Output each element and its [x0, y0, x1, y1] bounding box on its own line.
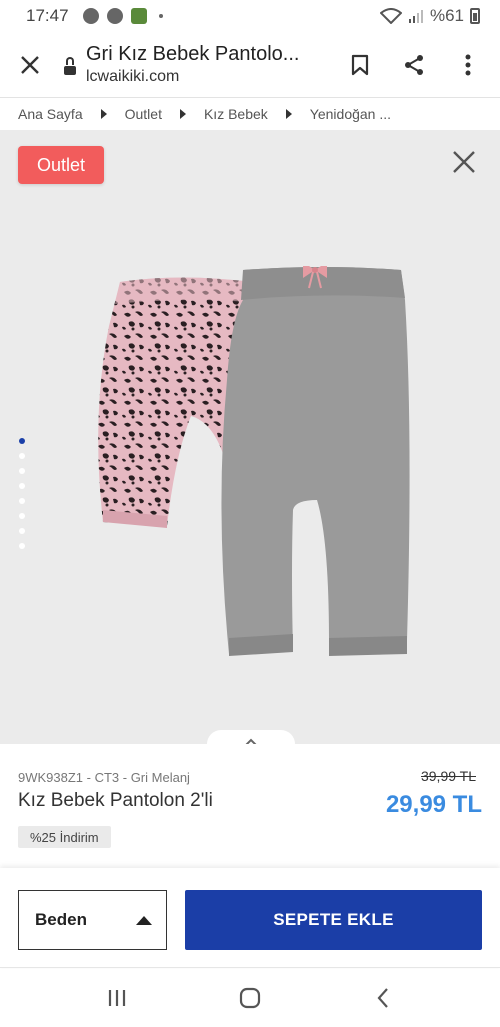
notification-icons — [82, 8, 163, 24]
gallery-dot[interactable] — [19, 483, 25, 489]
close-tab-button[interactable] — [10, 45, 50, 85]
breadcrumb-girl-baby[interactable]: Kız Bebek — [204, 106, 268, 122]
more-notifications-icon — [158, 14, 163, 18]
chevron-up-icon — [245, 738, 257, 744]
gallery-dot[interactable] — [19, 513, 25, 519]
gallery-dot[interactable] — [19, 453, 25, 459]
breadcrumb-separator-icon — [100, 109, 107, 119]
size-select-label: Beden — [35, 910, 87, 929]
outlet-badge: Outlet — [18, 146, 104, 184]
system-nav-bar — [0, 969, 500, 1027]
gallery-pagination — [19, 438, 25, 549]
product-sku: 9WK938Z1 - CT3 - Gri Melanj — [18, 770, 190, 785]
product-name: Kız Bebek Pantolon 2'li — [18, 790, 213, 811]
recent-apps-icon — [108, 990, 125, 1006]
gallery-dot[interactable] — [19, 543, 25, 549]
share-icon — [405, 54, 423, 75]
home-icon — [239, 987, 261, 1009]
product-info: 9WK938Z1 - CT3 - Gri Melanj Kız Bebek Pa… — [0, 744, 500, 868]
add-to-cart-button[interactable]: SEPETE EKLE — [185, 890, 482, 950]
home-button[interactable] — [230, 978, 270, 1018]
back-icon — [377, 988, 389, 1008]
battery-icon — [470, 8, 480, 24]
status-bar: 17:47 %61 — [0, 0, 500, 32]
size-select[interactable]: Beden — [18, 890, 167, 950]
breadcrumb-outlet[interactable]: Outlet — [125, 106, 162, 122]
chrome-icon — [82, 8, 99, 24]
close-icon — [453, 151, 475, 173]
gallery-dot[interactable] — [19, 468, 25, 474]
browser-toolbar: Gri Kız Bebek Pantolo... lcwaikiki.com — [0, 32, 500, 98]
app-notification-icon — [106, 8, 123, 24]
caret-up-icon — [136, 915, 152, 925]
url-bar[interactable]: Gri Kız Bebek Pantolo... lcwaikiki.com — [64, 43, 340, 86]
bookmark-button[interactable] — [340, 45, 380, 85]
share-button[interactable] — [394, 45, 434, 85]
close-icon — [21, 55, 39, 74]
sale-price: 29,99 TL — [385, 791, 482, 818]
more-vert-icon — [465, 54, 471, 75]
status-right: %61 — [379, 6, 480, 26]
breadcrumb-separator-icon — [179, 109, 186, 119]
recent-apps-button[interactable] — [97, 978, 137, 1018]
gallery-dot[interactable] — [19, 498, 25, 504]
page-title: Gri Kız Bebek Pantolo... — [86, 43, 300, 65]
gallery-close-button[interactable] — [448, 146, 480, 178]
wifi-icon — [379, 8, 402, 24]
expand-details-button[interactable] — [207, 730, 295, 744]
home-app-icon — [130, 8, 147, 24]
purchase-bar: Beden SEPETE EKLE — [0, 868, 500, 968]
gallery-dot[interactable] — [19, 438, 25, 444]
discount-badge: %25 İndirim — [18, 826, 111, 848]
breadcrumb-home[interactable]: Ana Sayfa — [18, 106, 83, 122]
page-url: lcwaikiki.com — [86, 68, 180, 85]
product-image — [98, 266, 410, 656]
old-price: 39,99 TL — [420, 768, 476, 784]
menu-button[interactable] — [448, 45, 488, 85]
breadcrumb-newborn[interactable]: Yenidoğan ... — [310, 106, 391, 122]
product-gallery[interactable]: Outlet — [0, 130, 500, 744]
status-time: 17:47 — [26, 6, 69, 25]
gallery-dot[interactable] — [19, 528, 25, 534]
battery-percent: %61 — [429, 6, 464, 25]
breadcrumb: Ana Sayfa Outlet Kız Bebek Yenidoğan ... — [0, 98, 500, 130]
back-button[interactable] — [363, 978, 403, 1018]
signal-icon — [408, 10, 423, 23]
lock-icon — [64, 56, 76, 75]
breadcrumb-separator-icon — [285, 109, 292, 119]
bookmark-icon — [351, 54, 369, 75]
